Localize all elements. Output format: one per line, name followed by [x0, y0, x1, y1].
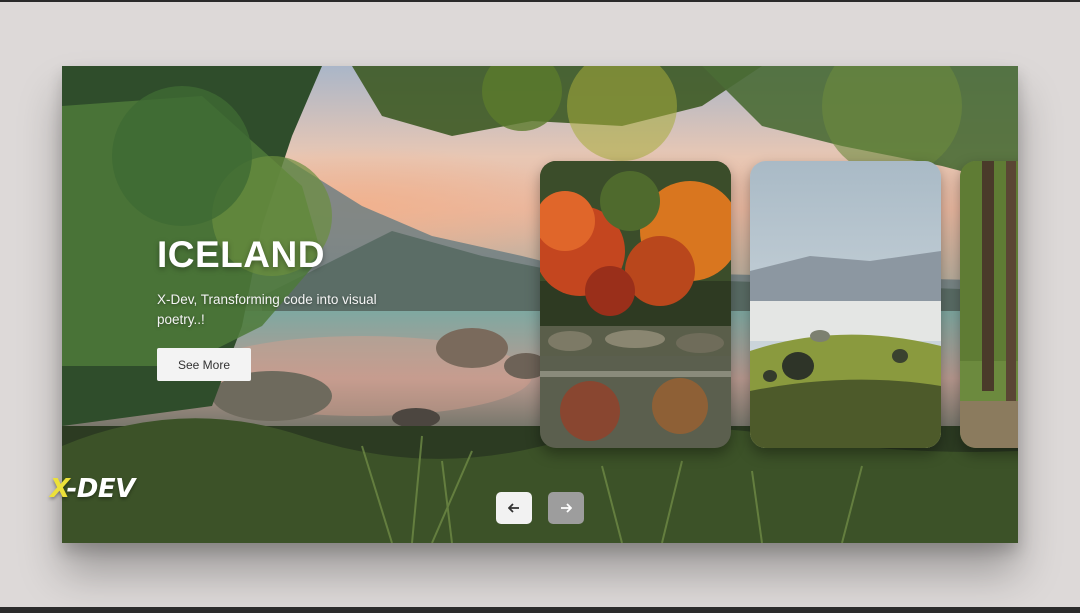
x-dev-logo: X-DEV — [50, 474, 135, 504]
arrow-right-icon — [561, 503, 572, 513]
next-slide-button[interactable] — [548, 492, 584, 524]
hero-content: ICELAND X-Dev, Transforming code into vi… — [157, 234, 437, 330]
carousel-card-autumn[interactable] — [540, 161, 731, 448]
hero-description: X-Dev, Transforming code into visual poe… — [157, 292, 377, 327]
carousel-card-forest[interactable] — [960, 161, 1018, 448]
top-edge — [0, 0, 1080, 2]
carousel-card-meadow[interactable] — [750, 161, 941, 448]
misty-meadow-image — [750, 161, 941, 448]
see-more-button[interactable]: See More — [157, 348, 251, 381]
logo-text: -DEV — [66, 474, 135, 504]
arrow-left-icon — [508, 503, 519, 513]
prev-slide-button[interactable] — [496, 492, 532, 524]
hero-title: ICELAND — [157, 234, 325, 275]
forest-path-image — [960, 161, 1018, 448]
logo-mark: X — [50, 474, 67, 504]
bottom-edge — [0, 607, 1080, 613]
hero-slider: ICELAND X-Dev, Transforming code into vi… — [62, 66, 1018, 543]
autumn-stream-image — [540, 161, 731, 448]
